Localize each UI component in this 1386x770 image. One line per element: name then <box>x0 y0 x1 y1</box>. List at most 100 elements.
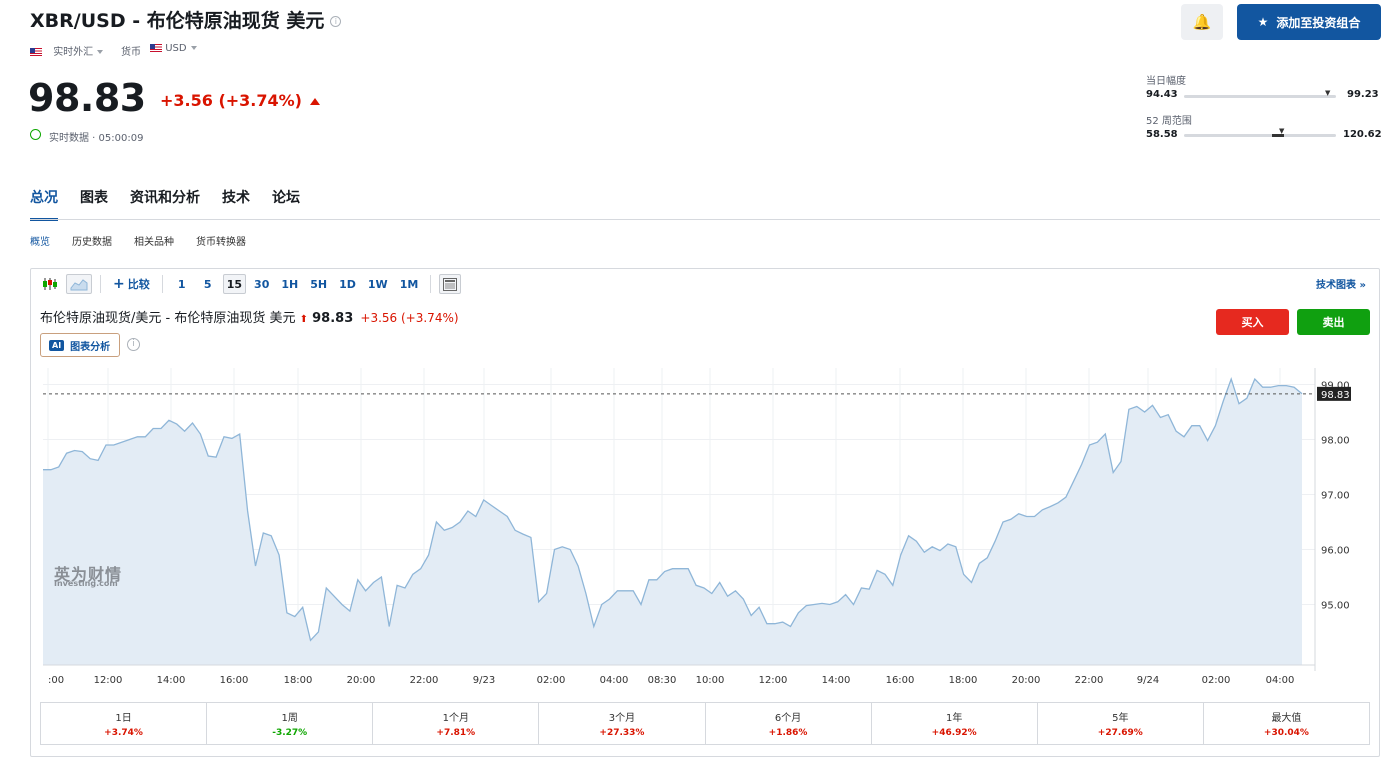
week52-range-bar <box>1184 134 1336 137</box>
performance-value: +3.74% <box>104 728 143 738</box>
interval-15[interactable]: 15 <box>222 274 247 294</box>
tab-chart[interactable]: 图表 <box>80 187 108 221</box>
performance-cell[interactable]: 1年 +46.92% <box>872 703 1038 744</box>
currency-label: 货币 <box>121 47 141 58</box>
performance-cell[interactable]: 1个月 +7.81% <box>373 703 540 744</box>
performance-cell[interactable]: 1周 -3.27% <box>207 703 374 744</box>
performance-value: +27.69% <box>1097 728 1143 738</box>
toolbar-divider <box>161 275 163 293</box>
currency-select[interactable]: USD <box>150 43 197 54</box>
subtab-related-instruments[interactable]: 相关品种 <box>134 233 174 248</box>
interval-1[interactable]: 1 <box>171 274 193 294</box>
x-tick-label: 22:00 <box>1075 675 1104 686</box>
x-tick-label: 20:00 <box>347 675 376 686</box>
buy-button[interactable]: 买入 <box>1216 309 1289 335</box>
chevron-down-icon <box>190 46 197 50</box>
subtab-overview[interactable]: 概览 <box>30 233 50 248</box>
interval-30[interactable]: 30 <box>250 274 273 294</box>
week52-label: 52 周范围 <box>1146 116 1192 127</box>
info-icon[interactable]: i <box>127 338 140 351</box>
interval-1m[interactable]: 1M <box>396 274 423 294</box>
x-tick-label: 14:00 <box>822 675 851 686</box>
x-tick-label: 02:00 <box>1202 675 1231 686</box>
x-tick-label: 18:00 <box>949 675 978 686</box>
performance-value: +46.92% <box>931 728 977 738</box>
realtime-label: 实时数据 · 05:00:09 <box>49 133 144 144</box>
interval-1d[interactable]: 1D <box>335 274 360 294</box>
performance-period: 1年 <box>946 713 963 724</box>
performance-cell[interactable]: 6个月 +1.86% <box>706 703 872 744</box>
performance-value: +30.04% <box>1263 728 1309 738</box>
week52-high: 120.62 <box>1343 129 1382 140</box>
area-chart-icon[interactable] <box>66 274 92 294</box>
price-chart[interactable]: 99.0098.0097.0096.0095.0098.83:00 12:00 14… <box>0 360 1386 690</box>
performance-cell[interactable]: 5年 +27.69% <box>1038 703 1204 744</box>
x-tick-label: 20:00 <box>1012 675 1041 686</box>
week52-low: 58.58 <box>1146 129 1178 140</box>
clock-icon <box>30 129 41 140</box>
interval-1w[interactable]: 1W <box>364 274 392 294</box>
day-low: 94.43 <box>1146 89 1178 100</box>
add-alert-button[interactable]: 🔔 <box>1181 4 1223 40</box>
tab-news-analysis[interactable]: 资讯和分析 <box>130 187 200 221</box>
performance-cell[interactable]: 3个月 +27.33% <box>539 703 706 744</box>
x-tick-label: 16:00 <box>886 675 915 686</box>
performance-period: 1个月 <box>442 713 469 724</box>
day-high: 99.23 <box>1347 89 1379 100</box>
bell-plus-icon: 🔔 <box>1192 13 1212 31</box>
chart-price: 98.83 <box>312 311 354 326</box>
x-tick-label: :00 <box>48 675 64 686</box>
tab-divider <box>30 219 1380 220</box>
ai-icon: AI <box>49 339 65 351</box>
x-tick-label: 9/23 <box>473 675 495 686</box>
add-to-portfolio-button[interactable]: ★ 添加至投资组合 <box>1237 4 1381 40</box>
performance-period: 3个月 <box>608 713 636 724</box>
info-icon[interactable]: i <box>330 16 342 27</box>
chart-change: +3.56 (+3.74%) <box>360 311 459 325</box>
performance-period: 1周 <box>281 713 298 724</box>
market-type[interactable]: 实时外汇 <box>30 43 104 58</box>
x-tick-label: 04:00 <box>1266 675 1295 686</box>
performance-period: 最大值 <box>1271 713 1302 724</box>
subtab-historical-data[interactable]: 历史数据 <box>72 233 112 248</box>
ai-chart-analysis-button[interactable]: AI 图表分析 <box>40 333 120 357</box>
current-price-label: 98.83 <box>1321 390 1350 401</box>
performance-strip: 1日 +3.74% 1周 -3.27% 1个月 +7.81% 3个月 +27.33% 6个月 +1… <box>40 702 1370 745</box>
x-tick-label: 9/24 <box>1137 675 1159 686</box>
x-tick-label: 12:00 <box>94 675 123 686</box>
x-tick-label: 14:00 <box>157 675 186 686</box>
performance-value: -3.27% <box>272 728 308 738</box>
page-title: XBR/USD - 布伦特原油现货 美元 i <box>30 6 342 33</box>
range-marker-icon: ▼ <box>1279 127 1285 135</box>
y-tick-label: 97.00 <box>1321 491 1350 502</box>
watermark-logo-en: Investing.com <box>54 579 118 588</box>
table-view-icon[interactable] <box>439 274 462 294</box>
subtab-currency-converter[interactable]: 货币转换器 <box>196 233 246 248</box>
tab-technical[interactable]: 技术 <box>222 187 250 221</box>
x-tick-label: 18:00 <box>284 675 313 686</box>
x-tick-label: 12:00 <box>759 675 788 686</box>
performance-period: 1日 <box>115 713 132 724</box>
x-tick-label: 16:00 <box>220 675 249 686</box>
tab-forum[interactable]: 论坛 <box>272 187 300 221</box>
candlestick-icon[interactable] <box>38 274 62 294</box>
chart-instrument-name: 布伦特原油现货/美元 - 布伦特原油现货 美元 <box>40 311 296 326</box>
technical-chart-link[interactable]: 技术图表 » <box>1316 276 1366 291</box>
toolbar-divider <box>430 275 432 293</box>
x-tick-label: 22:00 <box>410 675 439 686</box>
compare-button[interactable]: + 比较 <box>109 274 154 294</box>
toolbar-divider <box>100 275 101 293</box>
us-flag-icon <box>30 48 42 56</box>
interval-5[interactable]: 5 <box>197 274 219 294</box>
us-flag-icon <box>150 44 162 52</box>
y-tick-label: 95.00 <box>1321 601 1350 612</box>
interval-5h[interactable]: 5H <box>306 274 331 294</box>
sell-button[interactable]: 卖出 <box>1297 309 1370 335</box>
performance-cell[interactable]: 1日 +3.74% <box>41 703 208 744</box>
x-tick-label: 02:00 <box>537 675 566 686</box>
tab-overview[interactable]: 总况 <box>30 187 58 221</box>
interval-1h[interactable]: 1H <box>277 274 302 294</box>
y-tick-label: 96.00 <box>1321 546 1350 557</box>
performance-value: +1.86% <box>768 728 808 738</box>
performance-cell[interactable]: 最大值 +30.04% <box>1204 703 1369 744</box>
